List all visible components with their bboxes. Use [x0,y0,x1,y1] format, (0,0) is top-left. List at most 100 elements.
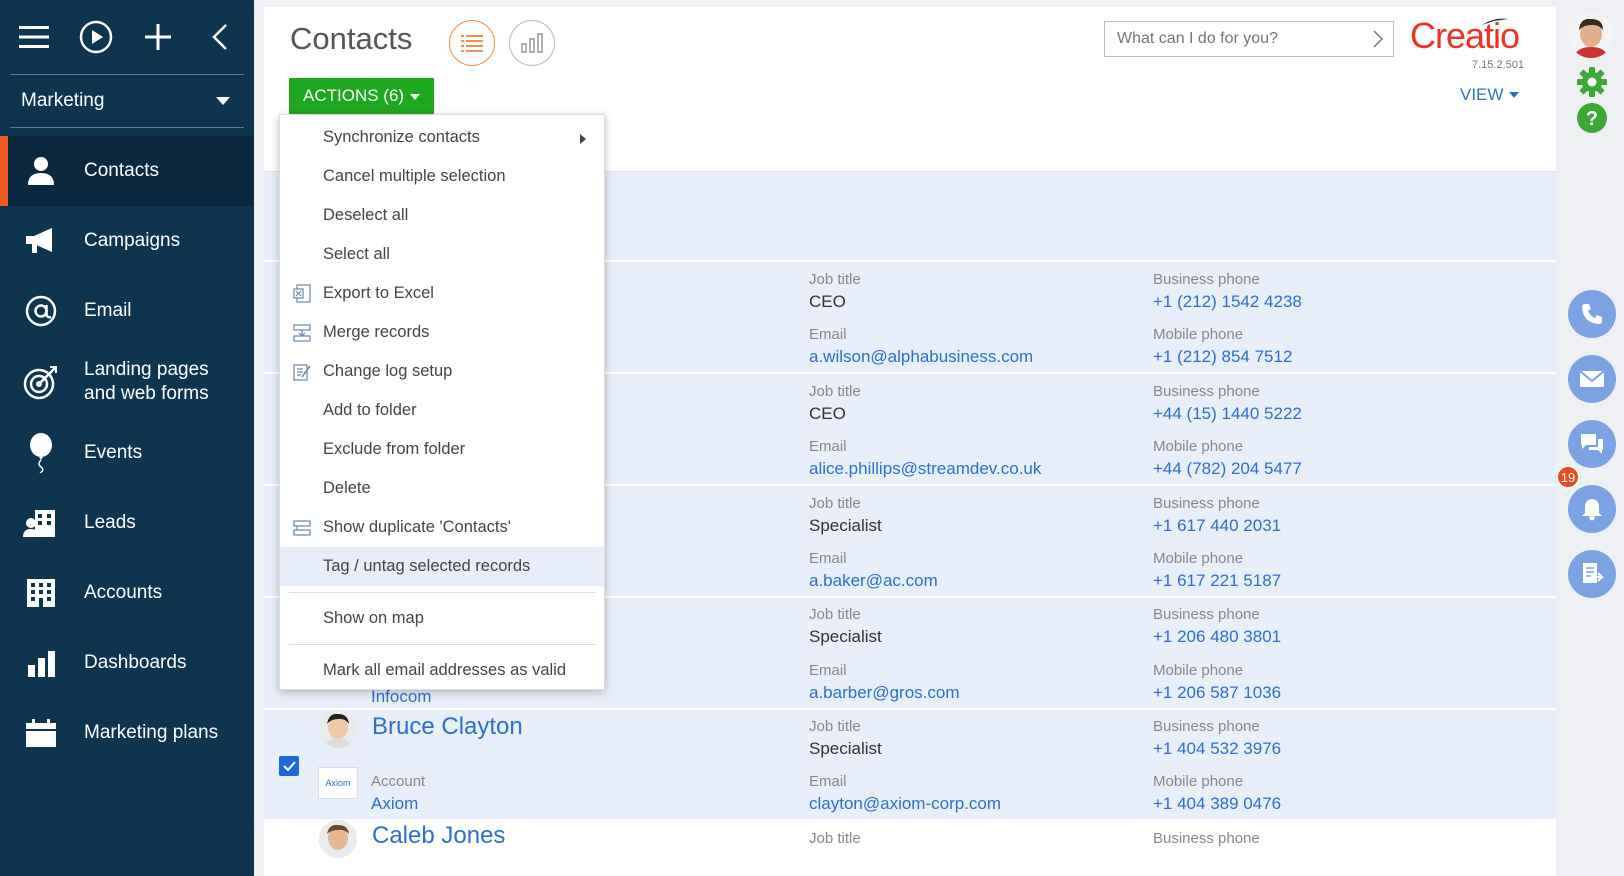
mobile-phone-field[interactable]: Mobile phone +1 206 587 1036 [1153,662,1281,703]
menu-item-delete[interactable]: Delete [280,469,604,508]
view-label: VIEW [1460,85,1504,104]
workplace-selector[interactable]: Marketing [8,75,246,127]
sidebar-item-events[interactable]: Events [0,418,254,488]
mobile-phone-field[interactable]: Mobile phone +1 (212) 854 7512 [1153,326,1292,367]
chevron-right-icon[interactable] [1373,30,1383,48]
account-field[interactable]: Account Axiom [371,773,425,814]
menu-item-show-on-map[interactable]: Show on map [280,599,604,638]
business-phone-field[interactable]: Business phone +1 (212) 1542 4238 [1153,271,1302,312]
sidebar-item-label: Email [84,300,132,321]
sidebar-item-marketing-plans[interactable]: Marketing plans [0,698,254,768]
at-icon [22,292,60,330]
chevron-down-icon [216,97,230,105]
mobile-phone-field[interactable]: Mobile phone +44 (782) 204 5477 [1153,438,1302,479]
bar-chart-icon [521,33,543,53]
sidebar: Marketing Contacts Campaigns Email Landi… [0,0,254,876]
add-icon[interactable] [140,19,176,55]
mobile-phone-field[interactable]: Mobile phone +1 617 221 5187 [1153,550,1281,591]
sidebar-item-dashboards[interactable]: Dashboards [0,628,254,698]
command-line[interactable] [1104,21,1394,57]
email-field[interactable]: Email alice.phillips@streamdev.co.uk [809,438,1041,479]
version-label: 7.15.2.501 [1472,59,1524,71]
sidebar-item-accounts[interactable]: Accounts [0,558,254,628]
sidebar-item-label: Accounts [84,582,163,603]
excel-export-icon [293,284,311,303]
feed-button[interactable] [1568,550,1616,598]
target-icon [22,363,60,401]
menu-item-merge-records[interactable]: Merge records [280,313,604,352]
sidebar-item-contacts[interactable]: Contacts [0,136,254,206]
email-field[interactable]: Email a.barber@gros.com [809,662,960,703]
menu-item-show-duplicates[interactable]: Show duplicate 'Contacts' [280,508,604,547]
contact-name-link[interactable]: Caleb Jones [372,822,505,850]
menu-item-select-all[interactable]: Select all [280,235,604,274]
menu-item-deselect-all[interactable]: Deselect all [280,196,604,235]
workplace-label: Marketing [21,90,105,111]
view-menu-button[interactable]: VIEW [1460,85,1520,105]
help-icon[interactable]: ? [1576,102,1608,139]
analytics-view-button[interactable] [509,20,555,66]
job-title-field: Job title Specialist [809,495,882,535]
list-view-button[interactable] [449,20,495,66]
chat-button[interactable] [1568,420,1616,468]
menu-item-change-log-setup[interactable]: Change log setup [280,352,604,391]
business-phone-field[interactable]: Business phone +1 206 480 3801 [1153,606,1281,647]
business-phone-field: Business phone [1153,830,1260,847]
command-input[interactable] [1117,30,1357,48]
menu-divider [289,592,595,593]
sidebar-item-email[interactable]: Email [0,276,254,346]
notifications-button[interactable] [1568,485,1616,533]
caret-down-icon [410,94,421,100]
bell-icon [1582,499,1602,521]
sidebar-item-landing-pages[interactable]: Landing pages and web forms [0,346,254,418]
caret-down-icon [1509,92,1520,98]
person-icon [22,152,60,190]
play-process-icon[interactable] [78,19,114,55]
sidebar-item-label: Marketing plans [84,722,219,743]
building-icon [22,574,60,612]
avatar [319,820,357,858]
menu-item-tag-untag[interactable]: Tag / untag selected records [280,547,604,586]
hamburger-menu-icon[interactable] [16,19,52,55]
email-button[interactable] [1568,355,1616,403]
chat-icon [1581,434,1603,454]
mobile-phone-field[interactable]: Mobile phone +1 404 389 0476 [1153,773,1281,814]
email-field[interactable]: Email a.baker@ac.com [809,550,938,591]
leads-icon [22,504,60,542]
menu-item-synchronize-contacts[interactable]: Synchronize contacts [280,118,604,157]
sidebar-item-leads[interactable]: Leads [0,488,254,558]
svg-text:?: ? [1586,108,1598,130]
row-checkbox[interactable] [279,756,299,776]
job-title-field: Job title CEO [809,271,861,311]
collapse-back-icon[interactable] [202,19,238,55]
gear-icon[interactable] [1576,66,1608,103]
page-title: Contacts [290,21,413,56]
business-phone-field[interactable]: Business phone +1 404 532 3976 [1153,718,1281,759]
change-log-icon [293,364,311,381]
email-field[interactable]: Email a.wilson@alphabusiness.com [809,326,1033,367]
communication-panel: ? 19 [1556,0,1624,876]
menu-item-exclude-from-folder[interactable]: Exclude from folder [280,430,604,469]
actions-menu: Synchronize contacts Cancel multiple sel… [279,114,605,690]
actions-button[interactable]: ACTIONS (6) [289,78,435,114]
check-icon [282,761,296,771]
menu-item-cancel-multiple-selection[interactable]: Cancel multiple selection [280,157,604,196]
phone-button[interactable] [1568,290,1616,338]
menu-item-export-to-excel[interactable]: Export to Excel [280,274,604,313]
business-phone-field[interactable]: Business phone +44 (15) 1440 5222 [1153,383,1302,424]
business-phone-field[interactable]: Business phone +1 617 440 2031 [1153,495,1281,536]
actions-label: ACTIONS (6) [303,86,405,105]
calendar-icon [22,714,60,752]
menu-item-mark-emails-valid[interactable]: Mark all email addresses as valid [280,651,604,690]
menu-item-add-to-folder[interactable]: Add to folder [280,391,604,430]
email-field[interactable]: Email clayton@axiom-corp.com [809,773,1001,814]
sidebar-divider [10,127,244,128]
duplicates-icon [293,520,311,536]
sidebar-item-campaigns[interactable]: Campaigns [0,206,254,276]
contact-name-link[interactable]: Bruce Clayton [372,713,523,741]
sidebar-item-label: Dashboards [84,652,187,673]
avatar [319,710,357,748]
user-avatar[interactable] [1568,12,1614,58]
sidebar-item-label: Landing pages [84,359,209,380]
phone-icon [1582,304,1602,324]
